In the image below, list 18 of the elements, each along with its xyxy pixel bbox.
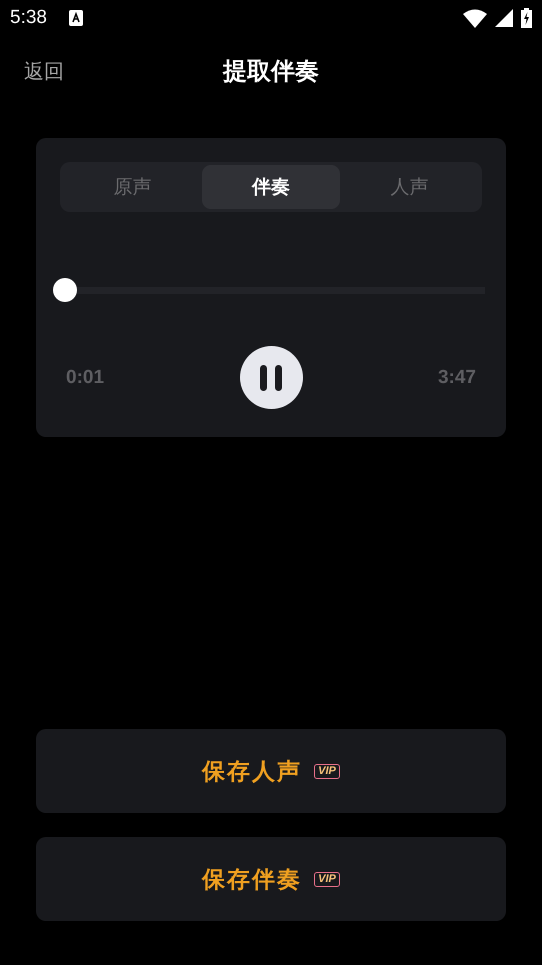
battery-icon	[521, 8, 532, 28]
save-label: 保存人声	[202, 758, 302, 786]
progress-thumb[interactable]	[53, 278, 78, 302]
status-time: 5:38	[10, 7, 47, 29]
wifi-icon	[463, 8, 487, 28]
tab[interactable]: 伴奏	[202, 165, 340, 209]
pause-icon	[259, 364, 283, 390]
back-button[interactable]: 返回	[24, 58, 64, 84]
notification-icon	[68, 10, 83, 26]
duration-time: 3:47	[438, 366, 476, 388]
vip-badge: VIP	[314, 872, 340, 886]
signal-icon	[495, 9, 513, 27]
save-button[interactable]: 保存人声 VIP	[36, 729, 506, 813]
save-button[interactable]: 保存伴奏 VIP	[36, 837, 506, 921]
vip-badge: VIP	[314, 764, 340, 778]
save-label: 保存伴奏	[202, 866, 302, 894]
elapsed-time: 0:01	[66, 366, 104, 388]
page-title: 提取伴奏	[223, 56, 319, 87]
